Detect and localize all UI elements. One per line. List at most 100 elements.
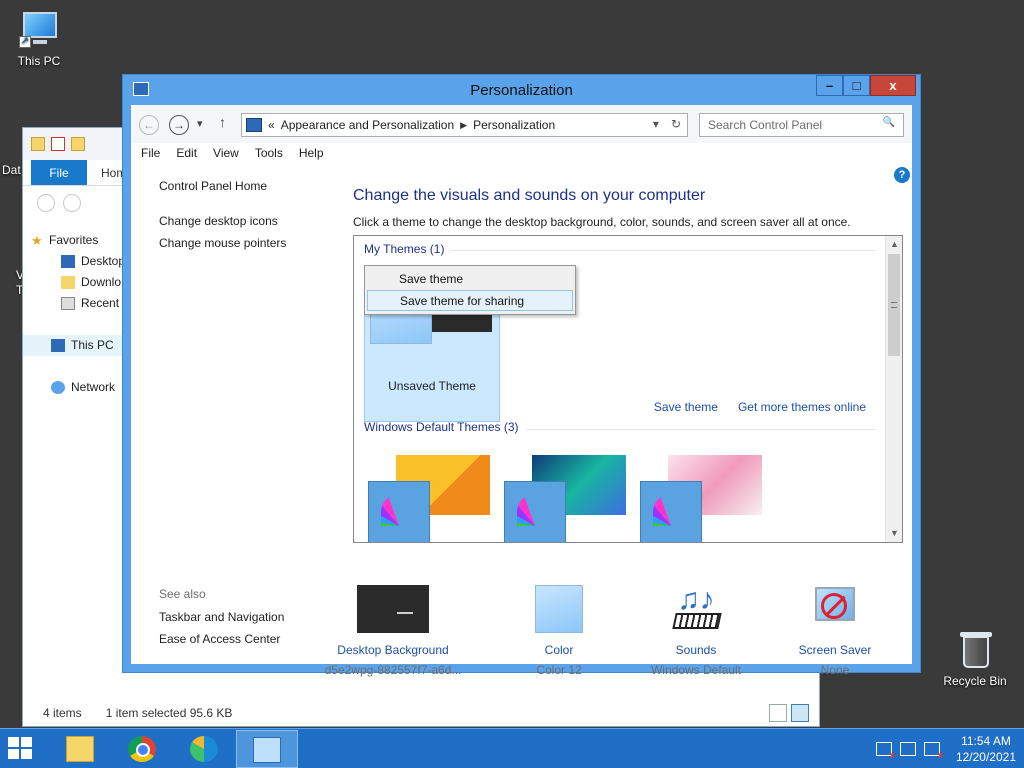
- tree-item-this-pc[interactable]: This PC: [23, 335, 123, 356]
- sounds-link[interactable]: Sounds: [626, 643, 766, 657]
- search-placeholder: Search Control Panel: [708, 118, 823, 132]
- color-palette-icon: [381, 494, 417, 526]
- volume-muted-icon[interactable]: [923, 742, 943, 761]
- address-dropdown-icon[interactable]: ▾: [653, 117, 659, 131]
- breadcrumb-overflow[interactable]: «: [268, 118, 275, 132]
- taskbar-edge[interactable]: [174, 730, 236, 768]
- forward-button[interactable]: [63, 194, 81, 212]
- new-folder-icon[interactable]: [71, 137, 85, 151]
- save-theme-link[interactable]: Save theme: [654, 400, 718, 414]
- screen-saver-item[interactable]: Screen Saver None: [765, 585, 905, 677]
- tree-item-network[interactable]: Network: [23, 377, 123, 398]
- scroll-down-icon[interactable]: ▼: [886, 525, 902, 542]
- breadcrumb-personalization[interactable]: Personalization: [473, 118, 555, 132]
- breadcrumb-appearance[interactable]: Appearance and Personalization: [281, 118, 454, 132]
- desktop-background-link[interactable]: Desktop Background: [323, 643, 463, 657]
- context-menu: Save theme Save theme for sharing: [364, 265, 576, 315]
- theme-color-thumbnail: [640, 481, 702, 542]
- left-nav: Control Panel Home Change desktop icons …: [159, 179, 329, 258]
- color-swatch: [535, 585, 583, 633]
- recycle-bin-icon: [953, 630, 997, 670]
- see-also-header: See also: [159, 587, 206, 601]
- computer-icon: [51, 339, 65, 352]
- clock[interactable]: 11:54 AM 12/20/2021: [956, 733, 1016, 765]
- desktop-icon-this-pc[interactable]: ↗ This PC: [4, 10, 74, 68]
- menu-edit[interactable]: Edit: [168, 143, 205, 165]
- desktop-background-item[interactable]: Desktop Background d5e2wpg-882557f7-a6d.…: [323, 585, 463, 677]
- desktop-background-value: d5e2wpg-882557f7-a6d...: [324, 663, 462, 677]
- chrome-icon: [128, 736, 156, 762]
- search-input[interactable]: Search Control Panel 🔍: [699, 113, 904, 137]
- taskbar-control-panel[interactable]: [236, 730, 298, 768]
- control-panel-home-link[interactable]: Control Panel Home: [159, 179, 329, 193]
- search-icon[interactable]: 🔍: [883, 117, 895, 128]
- help-icon[interactable]: ?: [894, 167, 910, 183]
- menu-file[interactable]: File: [133, 143, 168, 165]
- details-view-button[interactable]: [769, 704, 787, 722]
- tree-item-desktop[interactable]: Desktop: [23, 251, 126, 272]
- title-bar[interactable]: Personalization – □ x: [123, 75, 920, 105]
- scroll-thumb[interactable]: [888, 254, 900, 356]
- screen-saver-link[interactable]: Screen Saver: [765, 643, 905, 657]
- menu-tools[interactable]: Tools: [247, 143, 291, 165]
- breadcrumb-separator-icon[interactable]: ▶: [460, 120, 467, 131]
- desktop-edge-label: Dat: [2, 163, 21, 177]
- tree-item-favorites[interactable]: ★ Favorites: [23, 230, 123, 251]
- control-panel-icon: [253, 737, 281, 763]
- taskbar: 11:54 AM 12/20/2021: [0, 728, 1024, 768]
- properties-icon[interactable]: [51, 137, 65, 151]
- themes-scrollbar[interactable]: ▲ ▼: [885, 236, 902, 542]
- action-center-icon[interactable]: [875, 742, 895, 761]
- taskbar-file-explorer[interactable]: [50, 730, 112, 768]
- theme-tile-flowers[interactable]: [640, 441, 770, 542]
- theme-tile-lines[interactable]: [504, 441, 634, 542]
- ease-of-access-link[interactable]: Ease of Access Center: [159, 632, 339, 646]
- change-desktop-icons-link[interactable]: Change desktop icons: [159, 214, 329, 228]
- desktop-background-thumbnail: [357, 585, 429, 633]
- back-button[interactable]: [37, 194, 55, 212]
- large-icons-view-button[interactable]: [791, 704, 809, 722]
- sounds-item[interactable]: ♫♪ Sounds Windows Default: [626, 585, 766, 678]
- minimize-button[interactable]: –: [816, 75, 843, 96]
- color-item[interactable]: Color Color 12: [489, 585, 629, 677]
- close-button[interactable]: x: [870, 75, 916, 96]
- recent-locations-button[interactable]: ▾: [197, 117, 203, 130]
- address-bar[interactable]: « Appearance and Personalization ▶ Perso…: [241, 113, 688, 137]
- menu-help[interactable]: Help: [291, 143, 332, 165]
- get-more-themes-link[interactable]: Get more themes online: [738, 400, 866, 414]
- refresh-icon[interactable]: ↻: [671, 117, 681, 131]
- color-link[interactable]: Color: [489, 643, 629, 657]
- change-mouse-pointers-link[interactable]: Change mouse pointers: [159, 236, 329, 250]
- maximize-button[interactable]: □: [843, 75, 870, 96]
- address-row: ← → ▾ ↑ « Appearance and Personalization…: [131, 105, 912, 143]
- tree-item-label: Desktop: [81, 254, 126, 268]
- start-button[interactable]: [8, 737, 34, 761]
- color-palette-icon: [517, 494, 553, 526]
- menu-view[interactable]: View: [205, 143, 247, 165]
- theme-tile-windows[interactable]: [368, 441, 498, 542]
- taskbar-chrome[interactable]: [112, 730, 174, 768]
- menu-item-save-theme-for-sharing[interactable]: Save theme for sharing: [367, 290, 573, 311]
- network-icon[interactable]: [899, 742, 916, 756]
- tree-item-downloads[interactable]: Downlo: [23, 272, 123, 293]
- default-themes-title: Windows Default Themes (3): [364, 420, 519, 434]
- window-client: ← → ▾ ↑ « Appearance and Personalization…: [131, 105, 912, 677]
- group-divider: [526, 429, 876, 430]
- back-button[interactable]: ←: [139, 115, 159, 135]
- personalization-window[interactable]: Personalization – □ x ← → ▾ ↑ « Appearan…: [122, 74, 921, 677]
- folder-icon[interactable]: [31, 137, 45, 151]
- theme-color-thumbnail: [368, 481, 430, 542]
- up-button[interactable]: ↑: [219, 114, 226, 130]
- recent-places-icon: [61, 297, 75, 310]
- menu-bar: File Edit View Tools Help: [131, 143, 912, 165]
- selection-info: 1 item selected 95.6 KB: [105, 706, 233, 720]
- tab-file[interactable]: File: [31, 160, 87, 185]
- desktop-icon-recycle-bin[interactable]: Recycle Bin: [940, 630, 1010, 688]
- forward-button[interactable]: →: [169, 115, 189, 135]
- taskbar-navigation-link[interactable]: Taskbar and Navigation: [159, 610, 339, 624]
- scroll-up-icon[interactable]: ▲: [886, 236, 902, 253]
- menu-item-save-theme[interactable]: Save theme: [367, 269, 573, 290]
- window-title: Personalization: [470, 82, 573, 99]
- tree-item-recent-places[interactable]: Recent p: [23, 293, 129, 314]
- recycle-bin-label: Recycle Bin: [943, 674, 1007, 688]
